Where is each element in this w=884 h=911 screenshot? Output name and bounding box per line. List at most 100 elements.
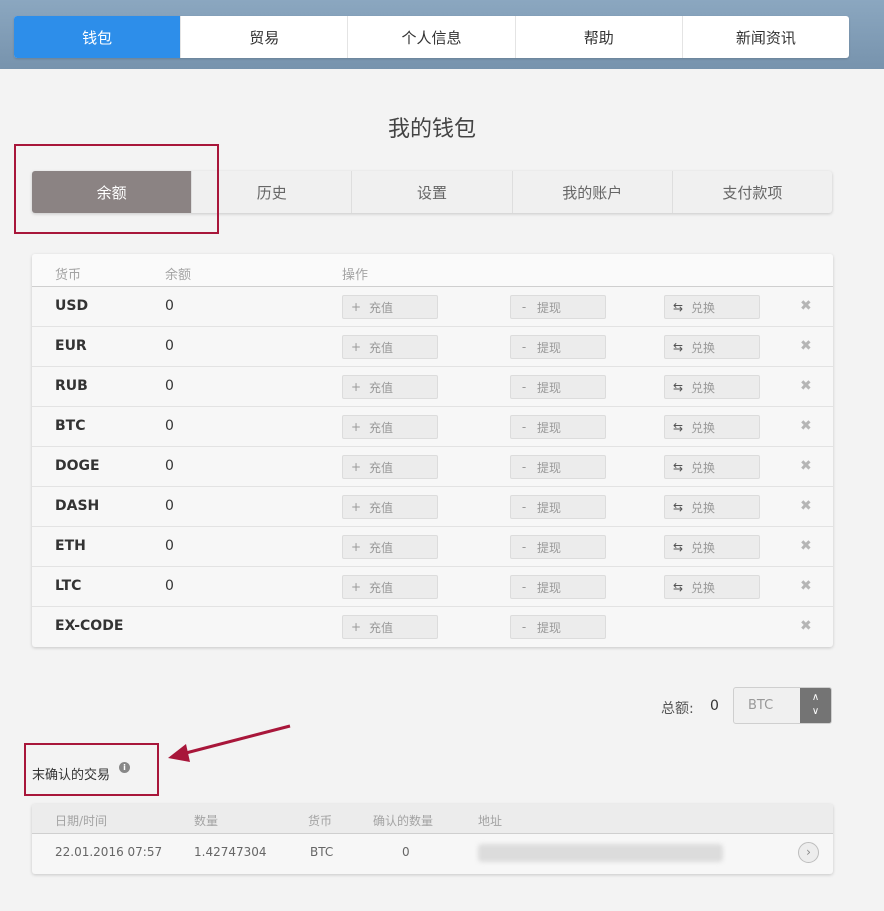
close-icon[interactable]: ✖ xyxy=(800,578,812,594)
deposit-button[interactable]: + 充值 xyxy=(342,375,438,399)
deposit-label: 充值 xyxy=(369,580,394,595)
withdraw-button[interactable]: - 提现 xyxy=(510,455,606,479)
tab-settings[interactable]: 设置 xyxy=(352,171,513,213)
deposit-button[interactable]: + 充值 xyxy=(342,415,438,439)
deposit-button[interactable]: + 充值 xyxy=(342,335,438,359)
swap-arrows-icon: ⇆ xyxy=(672,420,684,434)
withdraw-button[interactable]: - 提现 xyxy=(510,535,606,559)
table-row: BTC 0 + 充值 - 提现 ⇆ 兑换 ✖ xyxy=(32,407,833,447)
minus-icon: - xyxy=(521,420,527,434)
close-icon[interactable]: ✖ xyxy=(800,338,812,354)
minus-icon: - xyxy=(521,300,527,314)
header-address: 地址 xyxy=(478,814,503,828)
top-bar: 钱包 贸易 个人信息 帮助 新闻资讯 xyxy=(0,0,884,69)
deposit-label: 充值 xyxy=(369,340,394,355)
annotation-arrow-icon xyxy=(168,724,291,762)
exchange-button[interactable]: ⇆ 兑换 xyxy=(664,335,760,359)
nav-trade[interactable]: 贸易 xyxy=(181,16,349,58)
exchange-label: 兑换 xyxy=(691,500,716,515)
nav-help[interactable]: 帮助 xyxy=(516,16,683,58)
table-row: LTC 0 + 充值 - 提现 ⇆ 兑换 ✖ xyxy=(32,567,833,607)
unconfirmed-table: 日期/时间 数量 货币 确认的数量 地址 22.01.2016 07:57 1.… xyxy=(32,804,833,874)
deposit-button[interactable]: + 充值 xyxy=(342,295,438,319)
withdraw-button[interactable]: - 提现 xyxy=(510,375,606,399)
plus-icon: + xyxy=(350,500,362,514)
info-icon[interactable]: i xyxy=(119,762,130,773)
deposit-button[interactable]: + 充值 xyxy=(342,575,438,599)
table-row: DOGE 0 + 充值 - 提现 ⇆ 兑换 ✖ xyxy=(32,447,833,487)
tx-confirmations: 0 xyxy=(402,845,410,859)
exchange-button[interactable]: ⇆ 兑换 xyxy=(664,375,760,399)
withdraw-label: 提现 xyxy=(537,460,562,475)
exchange-button[interactable]: ⇆ 兑换 xyxy=(664,575,760,599)
header-amount: 数量 xyxy=(194,814,219,828)
tab-my-accounts[interactable]: 我的账户 xyxy=(513,171,673,213)
deposit-button[interactable]: + 充值 xyxy=(342,535,438,559)
close-icon[interactable]: ✖ xyxy=(800,378,812,394)
row-balance: 0 xyxy=(165,378,174,394)
plus-icon: + xyxy=(350,420,362,434)
row-currency: EUR xyxy=(55,338,87,354)
nav-wallet[interactable]: 钱包 xyxy=(14,16,182,58)
balance-table-body: USD 0 + 充值 - 提现 ⇆ 兑换 ✖ EUR 0 + 充值 - 提现 ⇆ 兑换 ✖ RUB 0 + 充值 - 提现 ⇆ 兑… xyxy=(32,287,833,647)
close-icon[interactable]: ✖ xyxy=(800,458,812,474)
withdraw-label: 提现 xyxy=(537,580,562,595)
withdraw-button[interactable]: - 提现 xyxy=(510,615,606,639)
row-balance: 0 xyxy=(165,338,174,354)
withdraw-label: 提现 xyxy=(537,540,562,555)
chevron-right-icon[interactable]: › xyxy=(798,842,819,863)
exchange-button[interactable]: ⇆ 兑换 xyxy=(664,535,760,559)
deposit-label: 充值 xyxy=(369,300,394,315)
withdraw-button[interactable]: - 提现 xyxy=(510,415,606,439)
exchange-label: 兑换 xyxy=(691,460,716,475)
deposit-button[interactable]: + 充值 xyxy=(342,495,438,519)
close-icon[interactable]: ✖ xyxy=(800,498,812,514)
deposit-label: 充值 xyxy=(369,540,394,555)
deposit-button[interactable]: + 充值 xyxy=(342,615,438,639)
deposit-label: 充值 xyxy=(369,420,394,435)
nav-profile[interactable]: 个人信息 xyxy=(348,16,516,58)
minus-icon: - xyxy=(521,580,527,594)
main-nav: 钱包 贸易 个人信息 帮助 新闻资讯 xyxy=(14,16,849,58)
close-icon[interactable]: ✖ xyxy=(800,538,812,554)
plus-icon: + xyxy=(350,580,362,594)
minus-icon: - xyxy=(521,540,527,554)
header-confirmations: 确认的数量 xyxy=(373,814,434,828)
tx-amount: 1.42747304 xyxy=(194,845,267,859)
exchange-button[interactable]: ⇆ 兑换 xyxy=(664,295,760,319)
close-icon[interactable]: ✖ xyxy=(800,298,812,314)
total-currency-select[interactable]: BTC ∧ ∨ xyxy=(733,687,832,724)
row-currency: ETH xyxy=(55,538,86,554)
row-currency: DASH xyxy=(55,498,100,514)
table-row: RUB 0 + 充值 - 提现 ⇆ 兑换 ✖ xyxy=(32,367,833,407)
withdraw-button[interactable]: - 提现 xyxy=(510,575,606,599)
tab-payments[interactable]: 支付款项 xyxy=(673,171,832,213)
total-currency-value: BTC xyxy=(748,698,774,713)
tx-datetime: 22.01.2016 07:57 xyxy=(55,845,163,859)
unconfirmed-table-header: 日期/时间 数量 货币 确认的数量 地址 xyxy=(32,804,833,834)
header-actions: 操作 xyxy=(342,268,369,283)
nav-news[interactable]: 新闻资讯 xyxy=(683,16,849,58)
withdraw-button[interactable]: - 提现 xyxy=(510,335,606,359)
exchange-button[interactable]: ⇆ 兑换 xyxy=(664,455,760,479)
chevron-up-down-icon[interactable]: ∧ ∨ xyxy=(800,688,831,723)
exchange-button[interactable]: ⇆ 兑换 xyxy=(664,495,760,519)
swap-arrows-icon: ⇆ xyxy=(672,300,684,314)
deposit-button[interactable]: + 充值 xyxy=(342,455,438,479)
exchange-button[interactable]: ⇆ 兑换 xyxy=(664,415,760,439)
withdraw-label: 提现 xyxy=(537,620,562,635)
close-icon[interactable]: ✖ xyxy=(800,418,812,434)
close-icon[interactable]: ✖ xyxy=(800,618,812,634)
table-row: USD 0 + 充值 - 提现 ⇆ 兑换 ✖ xyxy=(32,287,833,327)
table-row: 22.01.2016 07:57 1.42747304 BTC 0 › xyxy=(32,834,833,874)
row-currency: DOGE xyxy=(55,458,100,474)
deposit-label: 充值 xyxy=(369,460,394,475)
row-balance: 0 xyxy=(165,418,174,434)
plus-icon: + xyxy=(350,380,362,394)
withdraw-button[interactable]: - 提现 xyxy=(510,495,606,519)
total-label: 总额: xyxy=(661,701,694,717)
exchange-label: 兑换 xyxy=(691,580,716,595)
withdraw-button[interactable]: - 提现 xyxy=(510,295,606,319)
plus-icon: + xyxy=(350,460,362,474)
tx-address-blurred xyxy=(478,844,723,862)
